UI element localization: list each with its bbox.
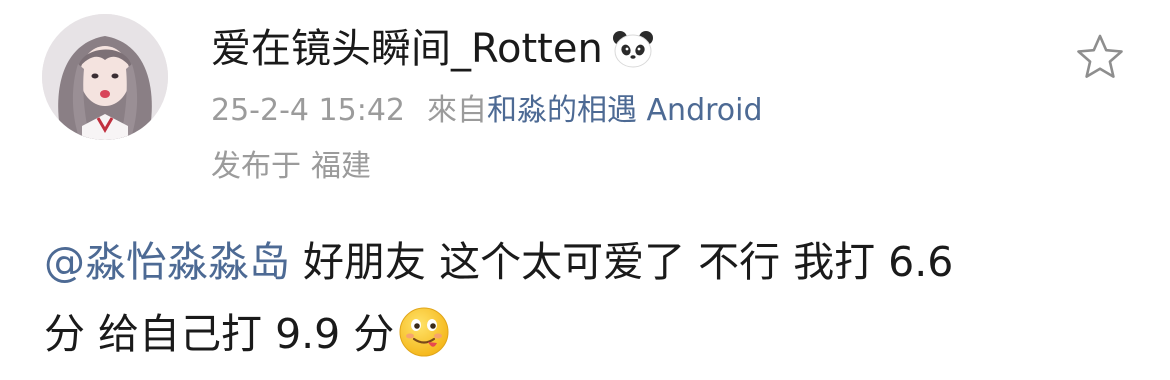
post-location: 发布于 福建: [211, 142, 371, 192]
weibo-comment: 爱在镜头瞬间_Rotten 25-2-4 15:42 來自和淼的相遇 Androi…: [0, 0, 1170, 374]
comment-line-2: 分 给自己打 9.9 分: [44, 310, 395, 358]
avatar-image: [42, 14, 168, 140]
username-row: 爱在镜头瞬间_Rotten: [211, 22, 655, 76]
comment-text: @淼怡淼淼岛 好朋友 这个太可爱了 不行 我打 6.6 分 给自己打 9.9 分: [44, 226, 1134, 370]
comment-line-1: 好朋友 这个太可爱了 不行 我打 6.6: [290, 238, 954, 286]
post-source-link[interactable]: 和淼的相遇 Android: [487, 93, 763, 128]
panda-icon: [611, 27, 655, 71]
username[interactable]: 爱在镜头瞬间_Rotten: [211, 22, 603, 76]
post-timestamp: 25-2-4 15:42: [211, 93, 405, 128]
yum-face-emoji: [398, 306, 450, 358]
post-meta: 25-2-4 15:42 來自和淼的相遇 Android: [211, 86, 763, 136]
favorite-button[interactable]: [1074, 31, 1126, 83]
source-prefix: 來自: [427, 93, 487, 128]
star-outline-icon: [1077, 34, 1123, 78]
location-prefix: 发布于: [211, 149, 301, 184]
mention-link[interactable]: @淼怡淼淼岛: [44, 238, 290, 286]
user-avatar[interactable]: [42, 14, 168, 140]
location-name: 福建: [311, 149, 371, 184]
